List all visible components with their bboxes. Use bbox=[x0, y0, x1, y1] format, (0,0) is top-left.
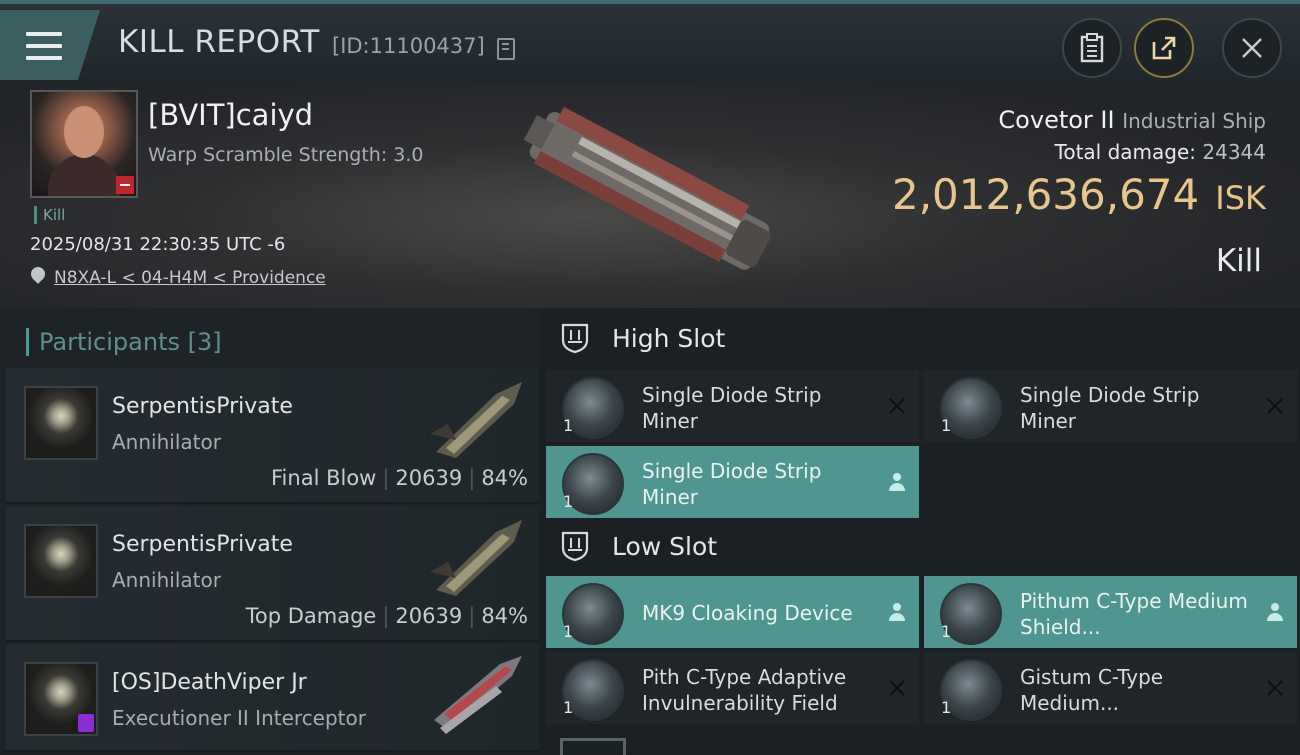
dropped-pilot-icon bbox=[1265, 602, 1285, 622]
module-slot[interactable]: 1 Pithum C-Type Medium Shield... bbox=[924, 576, 1297, 648]
close-icon bbox=[1242, 38, 1262, 58]
module-quantity: 1 bbox=[563, 698, 574, 717]
total-damage-label: Total damage: bbox=[1054, 140, 1197, 164]
clipboard-button[interactable] bbox=[1062, 18, 1122, 78]
destroyed-icon bbox=[1265, 678, 1285, 698]
share-button[interactable] bbox=[1134, 18, 1194, 78]
destroyed-icon bbox=[887, 678, 907, 698]
module-slot[interactable]: 1 Single Diode Strip Miner bbox=[924, 370, 1297, 442]
share-icon bbox=[1152, 36, 1176, 60]
ship-name-line: Covetor II Industrial Ship bbox=[998, 106, 1266, 134]
kill-datetime: 2025/08/31 22:30:35 UTC -6 bbox=[30, 234, 286, 255]
module-quantity: 1 bbox=[941, 416, 952, 435]
participant-ship-image bbox=[434, 656, 522, 734]
next-section-icon bbox=[560, 738, 626, 755]
victim-name[interactable]: [BVIT]caiyd bbox=[148, 98, 313, 132]
dropped-pilot-icon bbox=[887, 472, 907, 492]
module-name: Single Diode Strip Miner bbox=[642, 459, 822, 509]
participant-damage: 20639 bbox=[395, 466, 463, 490]
high-slot-icon bbox=[561, 323, 589, 354]
participant-role: Top Damage bbox=[245, 604, 377, 628]
participant-damage: 20639 bbox=[395, 604, 463, 628]
module-quantity: 1 bbox=[563, 416, 574, 435]
isk-value-line: 2,012,636,674 ISK bbox=[892, 170, 1266, 219]
participant-avatar bbox=[24, 524, 98, 598]
low-slot-title: Low Slot bbox=[612, 531, 718, 561]
participants-panel: Participants [3] SerpentisPrivate Annihi… bbox=[0, 308, 540, 752]
participant-ship: Annihilator bbox=[112, 568, 221, 592]
module-name: Pith C-Type Adaptive Invulnerability Fie… bbox=[642, 665, 847, 715]
participant-ship-image bbox=[430, 382, 522, 458]
high-slot-title: High Slot bbox=[612, 323, 726, 353]
participant-avatar bbox=[24, 386, 98, 460]
participants-header: Participants [3] bbox=[26, 328, 222, 356]
isk-value: 2,012,636,674 bbox=[891, 170, 1200, 219]
module-name: Pithum C-Type Medium Shield... bbox=[1020, 589, 1248, 639]
module-quantity: 1 bbox=[941, 622, 952, 641]
destroyed-icon bbox=[887, 396, 907, 416]
ship-class: Industrial Ship bbox=[1122, 109, 1266, 133]
report-result: Kill bbox=[1215, 243, 1262, 279]
participant-ship: Annihilator bbox=[112, 430, 221, 454]
module-name: MK9 Cloaking Device bbox=[642, 601, 853, 625]
module-quantity: 1 bbox=[563, 492, 574, 511]
warp-scramble-strength: Warp Scramble Strength: 3.0 bbox=[148, 144, 424, 166]
participant-name: SerpentisPrivate bbox=[112, 394, 293, 419]
victim-portrait[interactable] bbox=[30, 90, 138, 198]
corp-badge bbox=[78, 714, 94, 732]
participant-name: SerpentisPrivate bbox=[112, 532, 293, 557]
participant-ship-image bbox=[430, 520, 522, 596]
hamburger-icon bbox=[26, 32, 62, 68]
ship-name[interactable]: Covetor II bbox=[998, 106, 1114, 134]
module-slot[interactable]: 1 MK9 Cloaking Device bbox=[546, 576, 919, 648]
page-title: KILL REPORT bbox=[118, 24, 320, 60]
module-name: Single Diode Strip Miner bbox=[1020, 383, 1200, 433]
participant-name: [OS]DeathViper Jr bbox=[112, 670, 307, 695]
top-bar: KILL REPORT [ID:11100437] bbox=[0, 0, 1300, 86]
high-slot-header: High Slot bbox=[560, 322, 725, 354]
security-badge bbox=[116, 176, 134, 194]
module-slot[interactable]: 1 Gistum C-Type Medium... bbox=[924, 652, 1297, 724]
total-damage-value: 24344 bbox=[1202, 140, 1266, 164]
fitting-panel: High Slot 1 Single Diode Strip Miner 1 S… bbox=[540, 308, 1300, 755]
participant-stats: Final Blow | 20639 | 84% bbox=[271, 466, 528, 490]
module-name: Gistum C-Type Medium... bbox=[1020, 665, 1164, 715]
participants-title: Participants bbox=[39, 328, 180, 356]
participants-count: [3] bbox=[187, 328, 222, 356]
dropped-pilot-icon bbox=[887, 602, 907, 622]
menu-button[interactable] bbox=[0, 10, 100, 80]
participant-card[interactable]: SerpentisPrivate Annihilator Final Blow |… bbox=[6, 368, 538, 504]
participant-card[interactable]: [OS]DeathViper Jr Executioner II Interce… bbox=[6, 644, 538, 752]
destroyed-icon bbox=[1265, 396, 1285, 416]
participant-card[interactable]: SerpentisPrivate Annihilator Top Damage |… bbox=[6, 506, 538, 642]
report-id: [ID:11100437] bbox=[332, 34, 485, 58]
close-button[interactable] bbox=[1222, 18, 1282, 78]
module-quantity: 1 bbox=[941, 698, 952, 717]
module-slot[interactable]: 1 Single Diode Strip Miner bbox=[546, 446, 919, 518]
clipboard-icon bbox=[1080, 33, 1104, 63]
participant-stats: Top Damage | 20639 | 84% bbox=[245, 604, 528, 628]
location-link[interactable]: N8XA-L < 04-H4M < Providence bbox=[54, 268, 326, 288]
participant-ship: Executioner II Interceptor bbox=[112, 706, 366, 730]
isk-unit: ISK bbox=[1215, 179, 1266, 217]
module-slot[interactable]: 1 Single Diode Strip Miner bbox=[546, 370, 919, 442]
participant-percent: 84% bbox=[481, 466, 528, 490]
kill-tag: Kill bbox=[34, 206, 65, 224]
low-slot-icon bbox=[561, 531, 589, 562]
module-quantity: 1 bbox=[563, 622, 574, 641]
participant-role: Final Blow bbox=[271, 466, 377, 490]
participant-percent: 84% bbox=[481, 604, 528, 628]
victim-ship-image bbox=[523, 106, 771, 270]
module-slot[interactable]: 1 Pith C-Type Adaptive Invulnerability F… bbox=[546, 652, 919, 724]
copy-icon[interactable] bbox=[497, 38, 515, 60]
low-slot-header: Low Slot bbox=[560, 530, 717, 562]
module-name: Single Diode Strip Miner bbox=[642, 383, 822, 433]
total-damage: Total damage: 24344 bbox=[1055, 140, 1266, 164]
participant-avatar bbox=[24, 662, 98, 736]
